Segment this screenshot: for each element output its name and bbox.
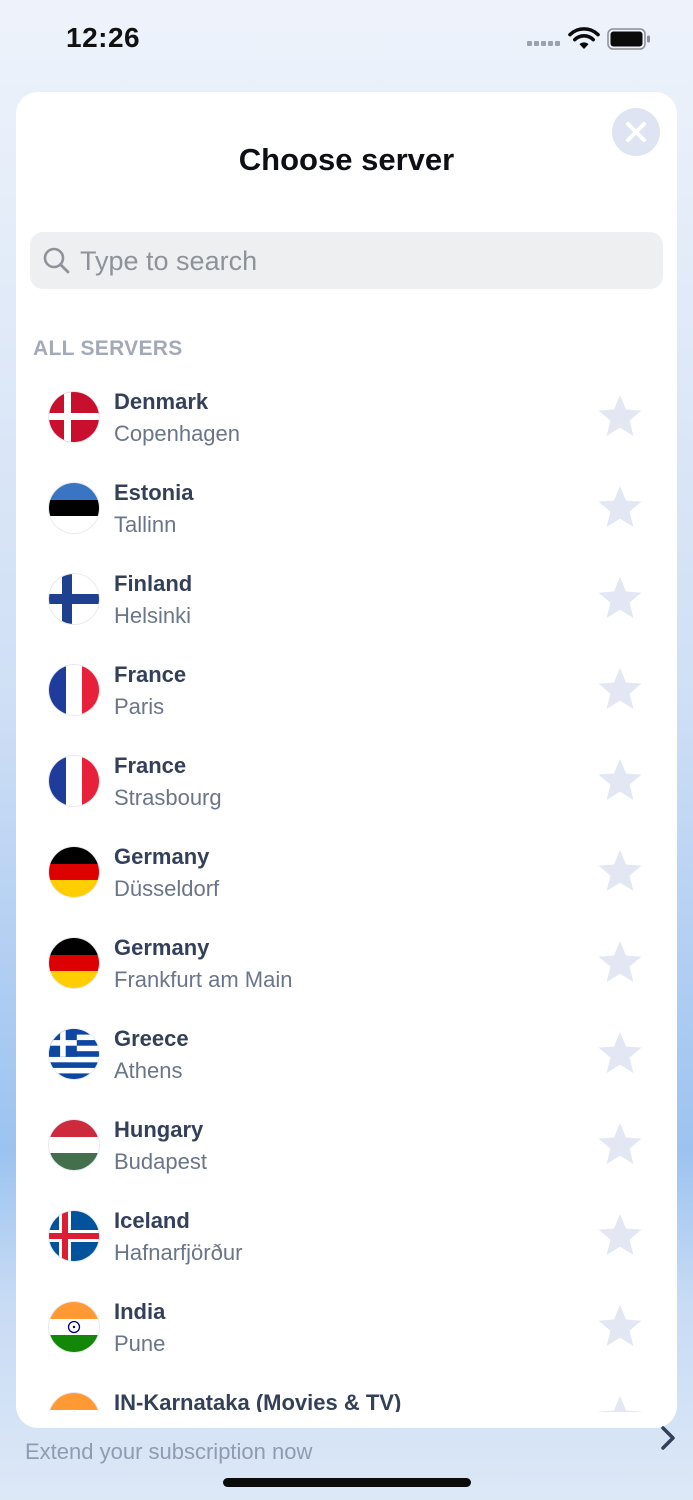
server-city: Helsinki [114, 603, 192, 628]
server-city: Düsseldorf [114, 876, 220, 901]
server-list[interactable]: Denmark Copenhagen Estonia Tallinn Finla… [16, 369, 677, 1412]
flag-germany-icon [49, 938, 99, 988]
server-country: Iceland [114, 1208, 190, 1233]
server-city: Tallinn [114, 512, 177, 537]
star-icon[interactable] [596, 575, 644, 621]
server-row[interactable]: Greece Athens [16, 1006, 677, 1097]
server-country: IN-Karnataka (Movies & TV) [114, 1390, 402, 1412]
server-country: Germany [114, 935, 210, 960]
home-indicator [223, 1478, 471, 1487]
server-row[interactable]: Denmark Copenhagen [16, 369, 677, 460]
server-country: Denmark [114, 389, 209, 414]
server-country: Finland [114, 571, 193, 596]
server-row[interactable]: Germany Frankfurt am Main [16, 915, 677, 1006]
server-row[interactable]: IN-Karnataka (Movies & TV) [16, 1370, 677, 1412]
star-icon[interactable] [596, 484, 644, 530]
star-icon[interactable] [596, 1303, 644, 1349]
cellular-signal-icon [527, 41, 561, 49]
server-row[interactable]: France Paris [16, 642, 677, 733]
server-country: Germany [114, 844, 210, 869]
server-row[interactable]: Finland Helsinki [16, 551, 677, 642]
server-row[interactable]: Iceland Hafnarfjörður [16, 1188, 677, 1279]
flag-finland-icon [49, 574, 99, 624]
star-icon[interactable] [596, 666, 644, 712]
server-row[interactable]: India Pune [16, 1279, 677, 1370]
star-icon[interactable] [596, 757, 644, 803]
server-row[interactable]: Estonia Tallinn [16, 460, 677, 551]
extend-subscription-text[interactable]: Extend your subscription now [25, 1439, 312, 1465]
flag-india-icon [49, 1302, 99, 1352]
wifi-icon [568, 27, 600, 49]
server-city: Hafnarfjörður [114, 1240, 243, 1265]
section-header-all-servers: ALL SERVERS [33, 337, 183, 360]
server-city: Frankfurt am Main [114, 967, 293, 992]
status-time: 12:26 [66, 22, 141, 53]
server-city: Copenhagen [114, 421, 241, 446]
server-city: Athens [114, 1058, 183, 1083]
battery-icon [607, 28, 650, 50]
flag-france-icon [49, 665, 99, 715]
server-country: India [114, 1299, 166, 1324]
flag-france-icon [49, 756, 99, 806]
server-city: Budapest [114, 1149, 207, 1174]
server-country: Estonia [114, 480, 194, 505]
server-country: Greece [114, 1026, 189, 1051]
search-input[interactable] [78, 232, 652, 291]
star-icon[interactable] [596, 1030, 644, 1076]
server-city: Pune [114, 1331, 166, 1356]
chevron-right-icon[interactable] [658, 1424, 678, 1452]
star-icon[interactable] [596, 1121, 644, 1167]
server-row[interactable]: Germany Düsseldorf [16, 824, 677, 915]
flag-iceland-icon [49, 1211, 99, 1261]
server-city: Strasbourg [114, 785, 222, 810]
sheet-title: Choose server [238, 142, 455, 177]
star-icon[interactable] [596, 1212, 644, 1258]
status-bar: 12:26 [0, 0, 693, 80]
server-row[interactable]: France Strasbourg [16, 733, 677, 824]
server-country: France [114, 662, 187, 687]
star-icon[interactable] [596, 848, 644, 894]
flag-estonia-icon [49, 483, 99, 533]
flag-greece-icon [49, 1029, 99, 1079]
flag-denmark-icon [49, 392, 99, 442]
flag-hungary-icon [49, 1120, 99, 1170]
server-country: France [114, 753, 187, 778]
choose-server-sheet: Choose server ALL SERVERS Denmark Copenh… [16, 92, 677, 1428]
star-icon[interactable] [596, 393, 644, 439]
star-icon[interactable] [596, 939, 644, 985]
flag-india-icon [49, 1393, 99, 1412]
server-city: Paris [114, 694, 165, 719]
flag-germany-icon [49, 847, 99, 897]
search-bar[interactable] [30, 232, 663, 291]
star-icon[interactable] [596, 1394, 644, 1412]
server-row[interactable]: Hungary Budapest [16, 1097, 677, 1188]
server-country: Hungary [114, 1117, 204, 1142]
search-icon [43, 247, 70, 274]
